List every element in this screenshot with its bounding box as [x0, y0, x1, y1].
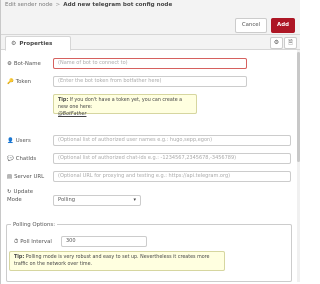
tip-prefix: Tip:: [58, 98, 69, 103]
config-node-dialog: Edit sender node > Add new telegram bot co…: [0, 0, 300, 284]
token-label-row: 🔑 Token: [7, 78, 31, 86]
poll-interval-input[interactable]: 300: [61, 236, 147, 247]
server-icon: ▤: [7, 174, 13, 180]
token-input[interactable]: (Enter the bot token from botfather here…: [53, 76, 247, 87]
description-icon[interactable]: 🗎: [284, 37, 297, 49]
poll-interval-label-row: ⏱ Poll Interval: [14, 238, 52, 246]
update-mode-label-line1: Update: [13, 189, 34, 195]
chatids-input[interactable]: (Optional list of authorized chat-ids e.…: [53, 153, 291, 164]
cancel-button[interactable]: Cancel: [235, 18, 267, 33]
tab-properties-label: Properties: [19, 41, 53, 47]
token-tip: Tip: If you don't have a token yet, you …: [53, 94, 197, 117]
user-icon: 👤: [7, 138, 14, 144]
vertical-scrollbar[interactable]: [297, 50, 300, 282]
poll-interval-label: Poll Interval: [20, 239, 52, 245]
polling-tip-text: Polling mode is very robust and easy to …: [14, 255, 210, 267]
tab-bar: ⚙ Properties ⚙ 🗎: [1, 35, 300, 51]
add-button[interactable]: Add: [271, 18, 295, 33]
key-icon: 🔑: [7, 79, 14, 85]
scrollbar-thumb[interactable]: [297, 52, 300, 162]
update-mode-select[interactable]: Polling ▾: [53, 195, 141, 206]
users-label-row: 👤 Users: [7, 137, 31, 145]
chevron-down-icon: ▾: [133, 197, 136, 203]
token-label: Token: [15, 79, 32, 85]
botname-input[interactable]: (Name of bot to connect to): [53, 58, 247, 69]
gear-icon: ⚙: [11, 40, 17, 47]
dialog-header: Edit sender node > Add new telegram bot co…: [1, 0, 300, 35]
users-input[interactable]: (Optional list of authorized user names …: [53, 135, 291, 146]
breadcrumb-separator: >: [55, 2, 61, 8]
breadcrumb-prev[interactable]: Edit sender node: [5, 2, 53, 8]
refresh-icon: ↻: [7, 189, 12, 195]
chatids-label: ChatIds: [15, 156, 37, 162]
botfather-link[interactable]: @BotFather: [58, 112, 86, 117]
server-url-label: Server URL: [14, 174, 45, 180]
update-mode-value: Polling: [58, 197, 76, 203]
tab-properties[interactable]: ⚙ Properties: [5, 36, 71, 51]
settings-icon[interactable]: ⚙: [270, 37, 283, 49]
polling-options-legend: Polling Options:: [11, 222, 58, 228]
update-mode-label-row: ↻ Update Mode: [7, 188, 33, 204]
polling-tip-prefix: Tip:: [14, 255, 25, 260]
server-url-label-row: ▤ Server URL: [7, 173, 44, 181]
users-label: Users: [15, 138, 31, 144]
polling-tip: Tip: Polling mode is very robust and eas…: [9, 251, 225, 271]
chatids-label-row: 💬 ChatIds: [7, 155, 36, 163]
breadcrumb: Edit sender node > Add new telegram bot co…: [5, 0, 172, 10]
clock-icon: ⏱: [14, 239, 19, 245]
server-url-input[interactable]: (Optional URL for proxying and testing e…: [53, 171, 291, 182]
dialog-title: Add new telegram bot config node: [63, 2, 173, 8]
comment-icon: 💬: [7, 156, 14, 162]
botname-label: Bot-Name: [13, 61, 41, 67]
cog-icon: ⚙: [7, 61, 12, 67]
botname-label-row: ⚙ Bot-Name: [7, 60, 41, 68]
update-mode-label-line2: Mode: [7, 197, 22, 203]
tip-text: If you don't have a token yet, you can c…: [58, 98, 183, 110]
